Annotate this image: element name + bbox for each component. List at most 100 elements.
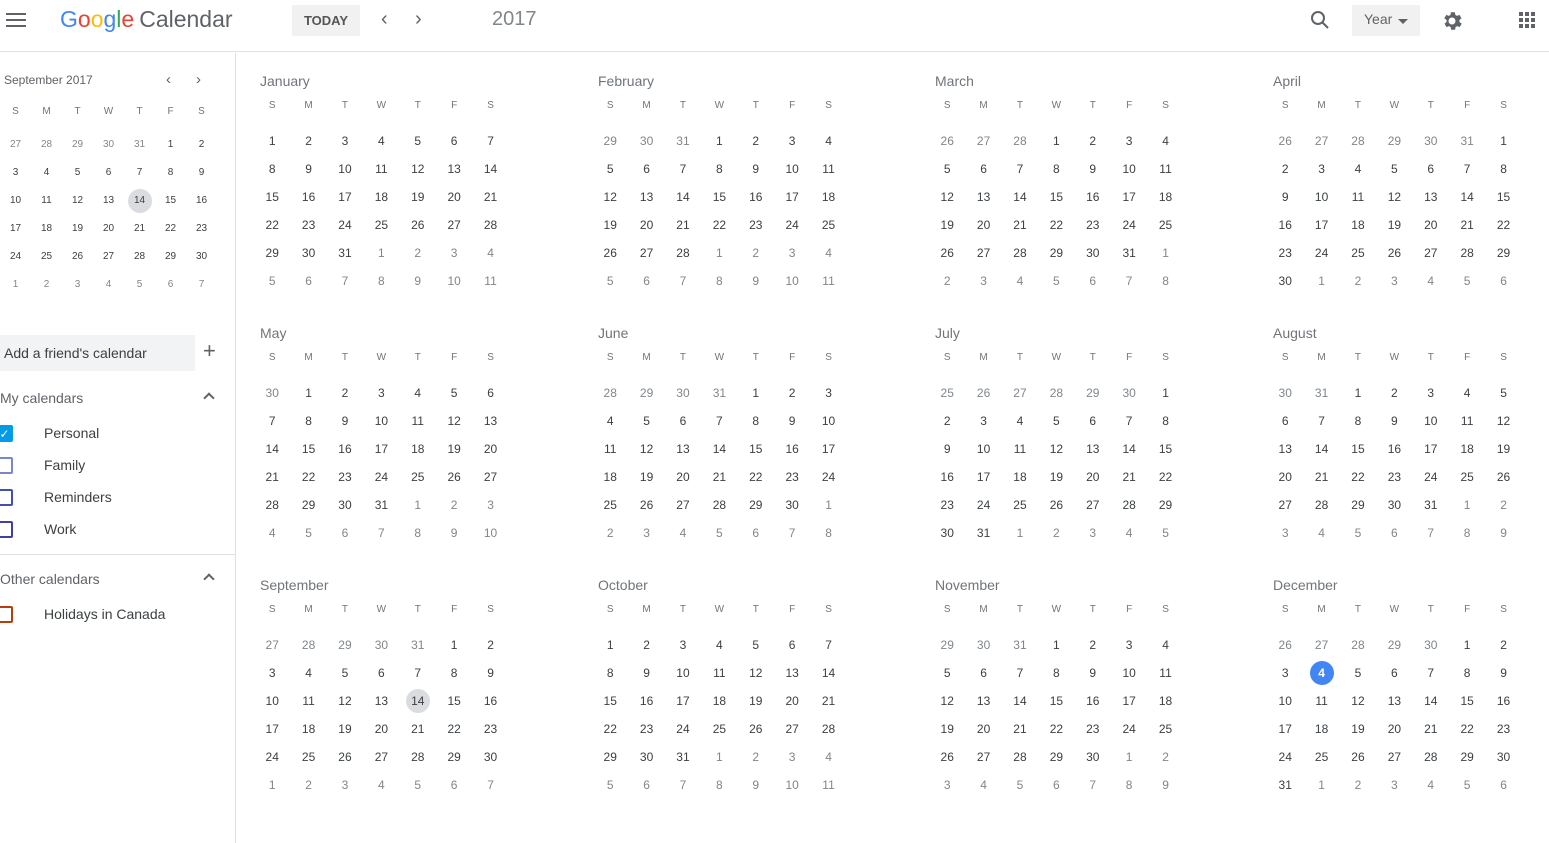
day-cell[interactable]: 3: [436, 239, 472, 267]
day-cell[interactable]: 7: [472, 127, 508, 155]
day-cell[interactable]: 26: [738, 715, 774, 743]
day-cell[interactable]: 9: [472, 659, 508, 687]
day-cell[interactable]: 27: [1002, 379, 1038, 407]
day-cell[interactable]: 18: [592, 463, 628, 491]
day-cell[interactable]: 8: [701, 155, 737, 183]
day-cell[interactable]: 17: [810, 435, 846, 463]
day-cell[interactable]: 31: [1303, 379, 1339, 407]
month-name[interactable]: February: [598, 73, 654, 89]
day-cell[interactable]: 4: [400, 379, 436, 407]
mini-calendar-day[interactable]: 1: [155, 131, 186, 159]
day-cell[interactable]: 4: [1413, 771, 1449, 799]
day-cell[interactable]: 1: [592, 631, 628, 659]
day-cell[interactable]: 2: [1340, 267, 1376, 295]
day-cell[interactable]: 20: [665, 463, 701, 491]
day-cell[interactable]: 7: [1075, 771, 1111, 799]
day-cell[interactable]: 4: [665, 519, 701, 547]
day-cell[interactable]: 13: [628, 183, 664, 211]
day-cell[interactable]: 5: [290, 519, 326, 547]
day-cell[interactable]: 18: [810, 183, 846, 211]
day-cell[interactable]: 1: [1038, 127, 1074, 155]
day-cell[interactable]: 28: [1449, 239, 1485, 267]
day-cell[interactable]: 13: [436, 155, 472, 183]
day-cell[interactable]: 11: [1449, 407, 1485, 435]
day-cell[interactable]: 13: [1075, 435, 1111, 463]
day-cell[interactable]: 16: [1376, 435, 1412, 463]
day-cell[interactable]: 29: [592, 127, 628, 155]
day-cell[interactable]: 19: [1038, 463, 1074, 491]
day-cell[interactable]: 18: [1303, 715, 1339, 743]
day-cell[interactable]: 3: [1111, 631, 1147, 659]
day-cell[interactable]: 5: [400, 127, 436, 155]
calendar-checkbox[interactable]: [0, 521, 13, 538]
mini-calendar-day[interactable]: 26: [62, 243, 93, 271]
calendar-item-family[interactable]: Family: [0, 453, 230, 477]
day-cell[interactable]: 11: [363, 155, 399, 183]
day-cell[interactable]: 28: [1340, 127, 1376, 155]
day-cell[interactable]: 3: [810, 379, 846, 407]
day-cell[interactable]: 26: [628, 491, 664, 519]
day-cell[interactable]: 16: [738, 183, 774, 211]
mini-calendar-day[interactable]: 10: [0, 187, 31, 215]
mini-calendar-day[interactable]: 12: [62, 187, 93, 215]
main-menu-icon[interactable]: [6, 13, 26, 29]
day-cell[interactable]: 2: [1340, 771, 1376, 799]
chevron-right-icon[interactable]: ›: [415, 8, 422, 31]
day-cell[interactable]: 20: [628, 211, 664, 239]
mini-next-month-icon[interactable]: ›: [196, 71, 201, 88]
day-cell[interactable]: 29: [1485, 239, 1521, 267]
day-cell[interactable]: 18: [701, 687, 737, 715]
day-cell[interactable]: 12: [1376, 183, 1412, 211]
day-cell[interactable]: 15: [592, 687, 628, 715]
day-cell[interactable]: 23: [738, 211, 774, 239]
day-cell[interactable]: 27: [1413, 239, 1449, 267]
day-cell[interactable]: 4: [1449, 379, 1485, 407]
day-cell[interactable]: 9: [738, 267, 774, 295]
day-cell[interactable]: 14: [1303, 435, 1339, 463]
month-name[interactable]: December: [1273, 577, 1338, 593]
day-cell[interactable]: 10: [1413, 407, 1449, 435]
day-cell[interactable]: 30: [1075, 743, 1111, 771]
day-cell[interactable]: 27: [1075, 491, 1111, 519]
day-cell[interactable]: 8: [363, 267, 399, 295]
day-cell[interactable]: 4: [363, 127, 399, 155]
day-cell[interactable]: 1: [1303, 267, 1339, 295]
day-cell[interactable]: 18: [363, 183, 399, 211]
day-cell[interactable]: 14: [1449, 183, 1485, 211]
day-cell[interactable]: 2: [738, 239, 774, 267]
mini-calendar-day[interactable]: 23: [186, 215, 217, 243]
day-cell[interactable]: 29: [1038, 743, 1074, 771]
day-cell[interactable]: 16: [1075, 183, 1111, 211]
day-cell[interactable]: 29: [436, 743, 472, 771]
day-cell[interactable]: 10: [1303, 183, 1339, 211]
day-cell[interactable]: 21: [400, 715, 436, 743]
mini-calendar-day[interactable]: 27: [0, 131, 31, 159]
day-cell[interactable]: 30: [1267, 379, 1303, 407]
day-cell[interactable]: 28: [1340, 631, 1376, 659]
day-cell[interactable]: 4: [965, 771, 1001, 799]
day-cell[interactable]: 30: [254, 379, 290, 407]
day-cell[interactable]: 8: [1038, 659, 1074, 687]
day-cell[interactable]: 6: [1485, 267, 1521, 295]
day-cell[interactable]: 9: [436, 519, 472, 547]
day-cell[interactable]: 5: [1449, 267, 1485, 295]
day-cell[interactable]: 29: [592, 743, 628, 771]
day-cell[interactable]: 22: [1485, 211, 1521, 239]
day-cell[interactable]: 3: [1376, 267, 1412, 295]
day-cell[interactable]: 30: [1075, 239, 1111, 267]
day-cell[interactable]: 26: [929, 127, 965, 155]
day-cell[interactable]: 28: [665, 239, 701, 267]
day-cell[interactable]: 17: [363, 435, 399, 463]
day-cell[interactable]: 1: [363, 239, 399, 267]
day-cell[interactable]: 4: [1303, 519, 1339, 547]
day-cell[interactable]: 5: [592, 155, 628, 183]
view-select[interactable]: Year: [1352, 5, 1420, 36]
day-cell[interactable]: 8: [1038, 155, 1074, 183]
day-cell[interactable]: 18: [1449, 435, 1485, 463]
day-cell[interactable]: 28: [1303, 491, 1339, 519]
mini-calendar-day[interactable]: 4: [93, 271, 124, 299]
day-cell[interactable]: 7: [1111, 267, 1147, 295]
day-cell[interactable]: 31: [1413, 491, 1449, 519]
day-cell[interactable]: 9: [1075, 155, 1111, 183]
day-cell[interactable]: 16: [327, 435, 363, 463]
